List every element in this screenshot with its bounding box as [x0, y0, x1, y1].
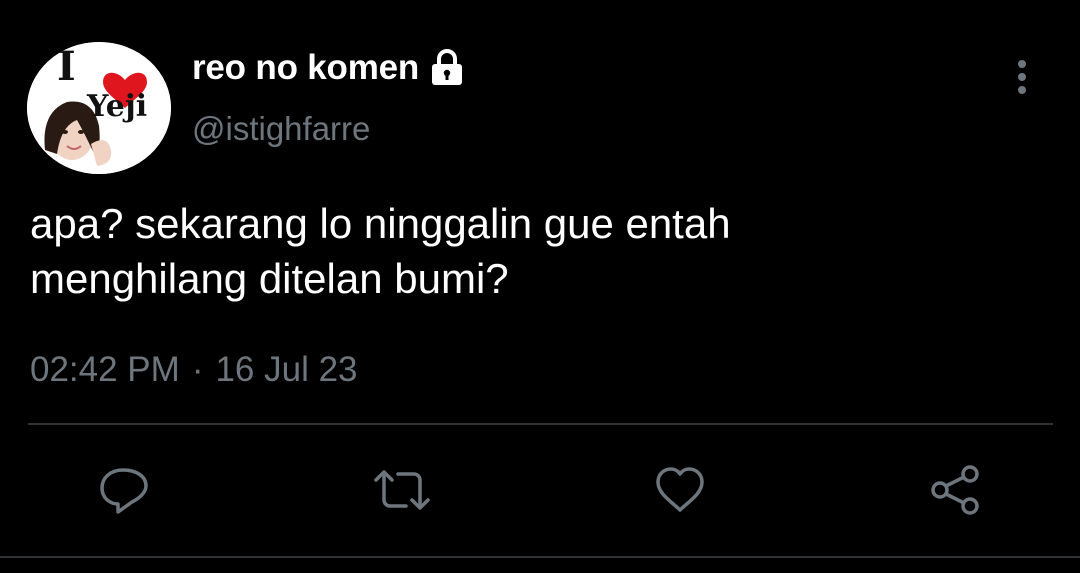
share-icon: [928, 462, 984, 518]
tweet-text: apa? sekarang lo ninggalin gue entah men…: [30, 200, 731, 302]
tweet-timestamp[interactable]: 02:42 PM · 16 Jul 23: [30, 350, 358, 390]
divider: [28, 423, 1053, 425]
avatar-letter-i: I: [57, 43, 76, 90]
more-vertical-icon[interactable]: [1004, 58, 1040, 98]
user-handle[interactable]: @istighfarre: [192, 110, 370, 148]
reply-icon: [96, 462, 152, 518]
avatar-name-text: Yeji: [86, 89, 147, 124]
avatar[interactable]: I Yeji: [27, 42, 171, 174]
meta-separator: ·: [191, 350, 204, 389]
tweet-time: 02:42 PM: [30, 350, 180, 389]
tweet-date: 16 Jul 23: [215, 350, 358, 389]
bottom-divider: [0, 556, 1080, 558]
reply-button[interactable]: [96, 462, 152, 518]
retweet-button[interactable]: [370, 462, 430, 518]
heart-icon: [652, 462, 708, 518]
author-name-row: reo no komen: [192, 48, 465, 88]
like-button[interactable]: [652, 462, 708, 518]
share-button[interactable]: [928, 462, 984, 518]
tweet-detail: I Yeji reo no komen @istighfarre apa? se…: [0, 0, 1080, 573]
retweet-icon: [370, 462, 430, 518]
lock-icon: [429, 49, 465, 87]
display-name[interactable]: reo no komen: [192, 48, 419, 88]
